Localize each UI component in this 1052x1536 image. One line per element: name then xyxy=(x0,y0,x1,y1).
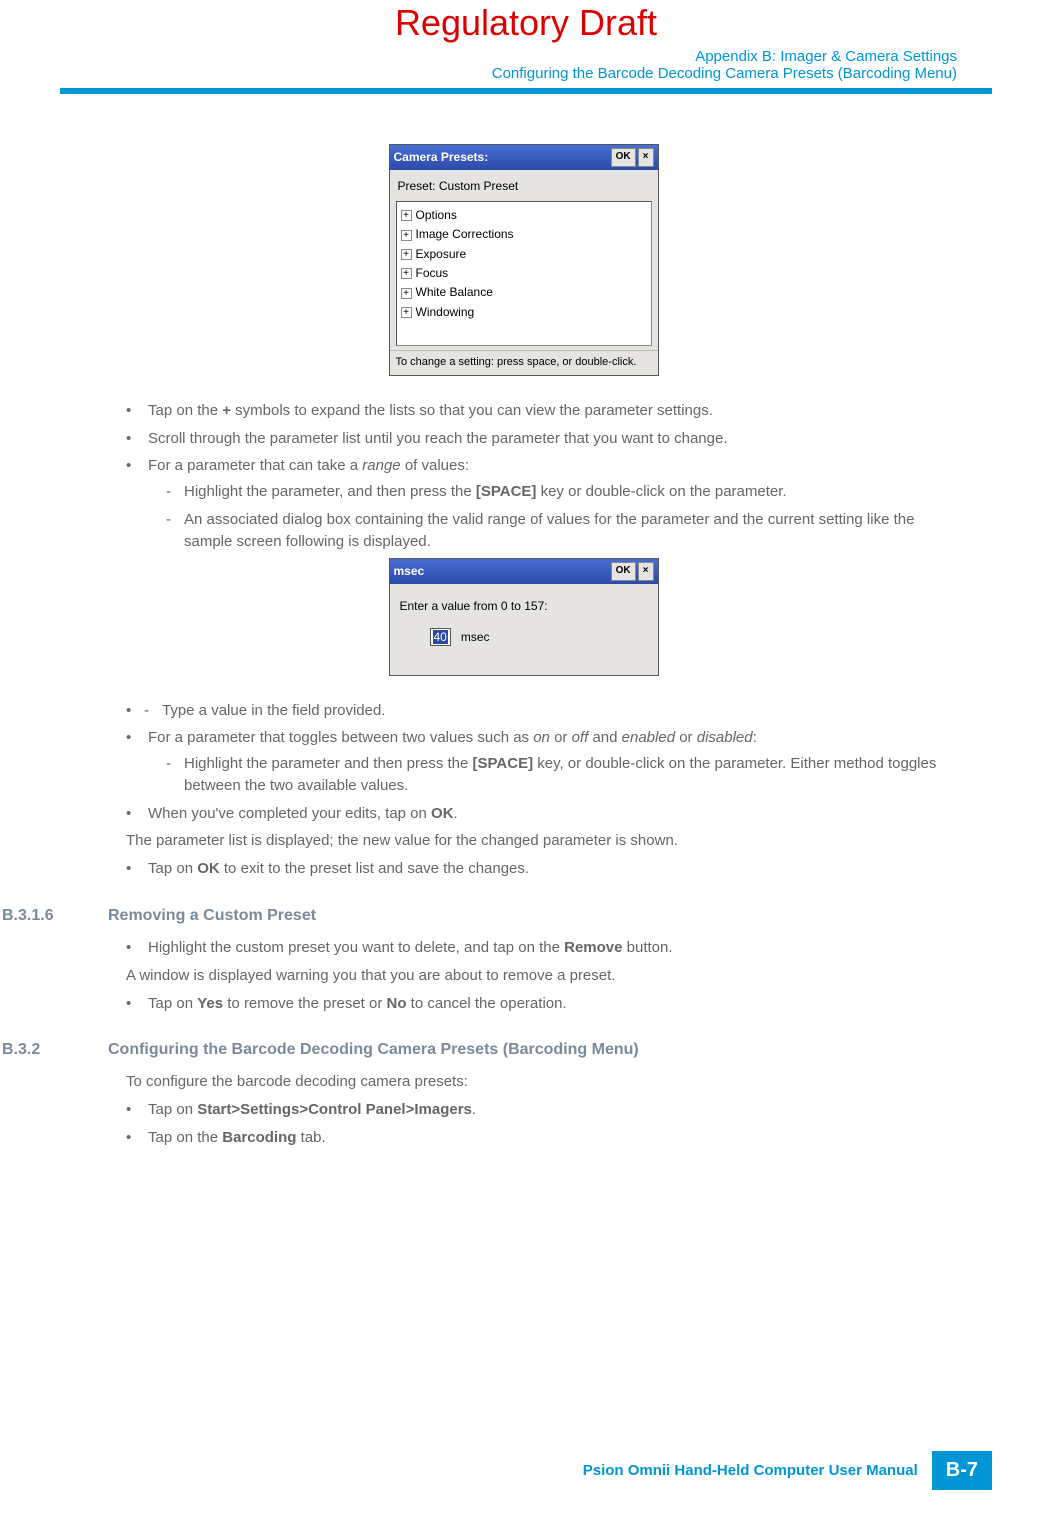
list-item: Highlight the parameter and then press t… xyxy=(166,753,957,797)
tree-item: +Focus xyxy=(401,264,647,283)
expand-icon[interactable]: + xyxy=(401,249,412,260)
list-item: Tap on the + symbols to expand the lists… xyxy=(126,400,957,422)
camera-presets-dialog: Camera Presets: OK × Preset: Custom Pres… xyxy=(389,144,659,376)
paragraph: A window is displayed warning you that y… xyxy=(108,965,957,987)
msec-unit: msec xyxy=(461,630,490,644)
dialog-titlebar: msec OK × xyxy=(390,559,658,584)
list-item: Highlight the custom preset you want to … xyxy=(126,937,957,959)
list-item: Type a value in the field provided. xyxy=(144,700,957,722)
msec-dialog: msec OK × Enter a value from 0 to 157: 4… xyxy=(389,558,659,675)
msec-screenshot: msec OK × Enter a value from 0 to 157: 4… xyxy=(90,558,957,675)
paragraph: The parameter list is displayed; the new… xyxy=(108,830,957,852)
preset-tree[interactable]: +Options +Image Corrections +Exposure +F… xyxy=(396,201,652,346)
list-item: For a parameter that toggles between two… xyxy=(126,727,957,796)
paragraph: To configure the barcode decoding camera… xyxy=(108,1071,957,1093)
section-title: Configuring the Barcode Decoding Camera … xyxy=(108,1038,957,1061)
instruction-list: Tap on the + symbols to expand the lists… xyxy=(108,400,957,553)
footer-manual-title: Psion Omnii Hand-Held Computer User Manu… xyxy=(583,1462,918,1479)
msec-prompt: Enter a value from 0 to 157: xyxy=(400,598,648,615)
section-title: Removing a Custom Preset xyxy=(108,904,957,927)
tree-item: +White Balance xyxy=(401,283,647,302)
expand-icon[interactable]: + xyxy=(401,210,412,221)
page-header: Appendix B: Imager & Camera Settings Con… xyxy=(0,48,1052,82)
msec-input[interactable]: 40 xyxy=(430,628,451,646)
ok-button[interactable]: OK xyxy=(611,562,636,581)
section-heading: B.3.2 Configuring the Barcode Decoding C… xyxy=(90,1038,957,1061)
section-number: B.3.1.6 xyxy=(0,904,108,927)
tree-item: +Windowing xyxy=(401,303,647,322)
page-number-badge: B-7 xyxy=(932,1451,992,1490)
close-button[interactable]: × xyxy=(638,562,654,581)
expand-icon[interactable]: + xyxy=(401,230,412,241)
list-item: Tap on Start>Settings>Control Panel>Imag… xyxy=(126,1099,957,1121)
tree-item: +Options xyxy=(401,206,647,225)
page-footer: Psion Omnii Hand-Held Computer User Manu… xyxy=(583,1451,992,1490)
list-item: An associated dialog box containing the … xyxy=(166,509,957,553)
section-heading: B.3.1.6 Removing a Custom Preset xyxy=(90,904,957,927)
dialog-title: msec xyxy=(394,563,609,580)
preset-label: Preset: Custom Preset xyxy=(396,176,652,201)
instruction-list-2: For a parameter that toggles between two… xyxy=(108,727,957,824)
list-item: For a parameter that can take a range of… xyxy=(126,455,957,552)
dialog-titlebar: Camera Presets: OK × xyxy=(390,145,658,170)
list-item: Tap on the Barcoding tab. xyxy=(126,1127,957,1149)
section-number: B.3.2 xyxy=(0,1038,108,1061)
tree-item: +Image Corrections xyxy=(401,225,647,244)
camera-presets-screenshot: Camera Presets: OK × Preset: Custom Pres… xyxy=(90,144,957,376)
header-appendix: Appendix B: Imager & Camera Settings xyxy=(0,48,957,65)
list-item: Highlight the parameter, and then press … xyxy=(166,481,957,503)
tree-item: +Exposure xyxy=(401,245,647,264)
page-content: Camera Presets: OK × Preset: Custom Pres… xyxy=(0,94,1052,1149)
regulatory-draft-banner: Regulatory Draft xyxy=(0,0,1052,44)
list-item: Scroll through the parameter list until … xyxy=(126,428,957,450)
ok-button[interactable]: OK xyxy=(611,148,636,167)
close-button[interactable]: × xyxy=(638,148,654,167)
header-section: Configuring the Barcode Decoding Camera … xyxy=(0,65,957,82)
expand-icon[interactable]: + xyxy=(401,307,412,318)
list-item: Tap on Yes to remove the preset or No to… xyxy=(126,993,957,1015)
expand-icon[interactable]: + xyxy=(401,268,412,279)
dialog-status: To change a setting: press space, or dou… xyxy=(390,350,658,375)
list-item: When you've completed your edits, tap on… xyxy=(126,803,957,825)
dialog-title: Camera Presets: xyxy=(394,149,609,166)
expand-icon[interactable]: + xyxy=(401,288,412,299)
list-item: Tap on OK to exit to the preset list and… xyxy=(126,858,957,880)
